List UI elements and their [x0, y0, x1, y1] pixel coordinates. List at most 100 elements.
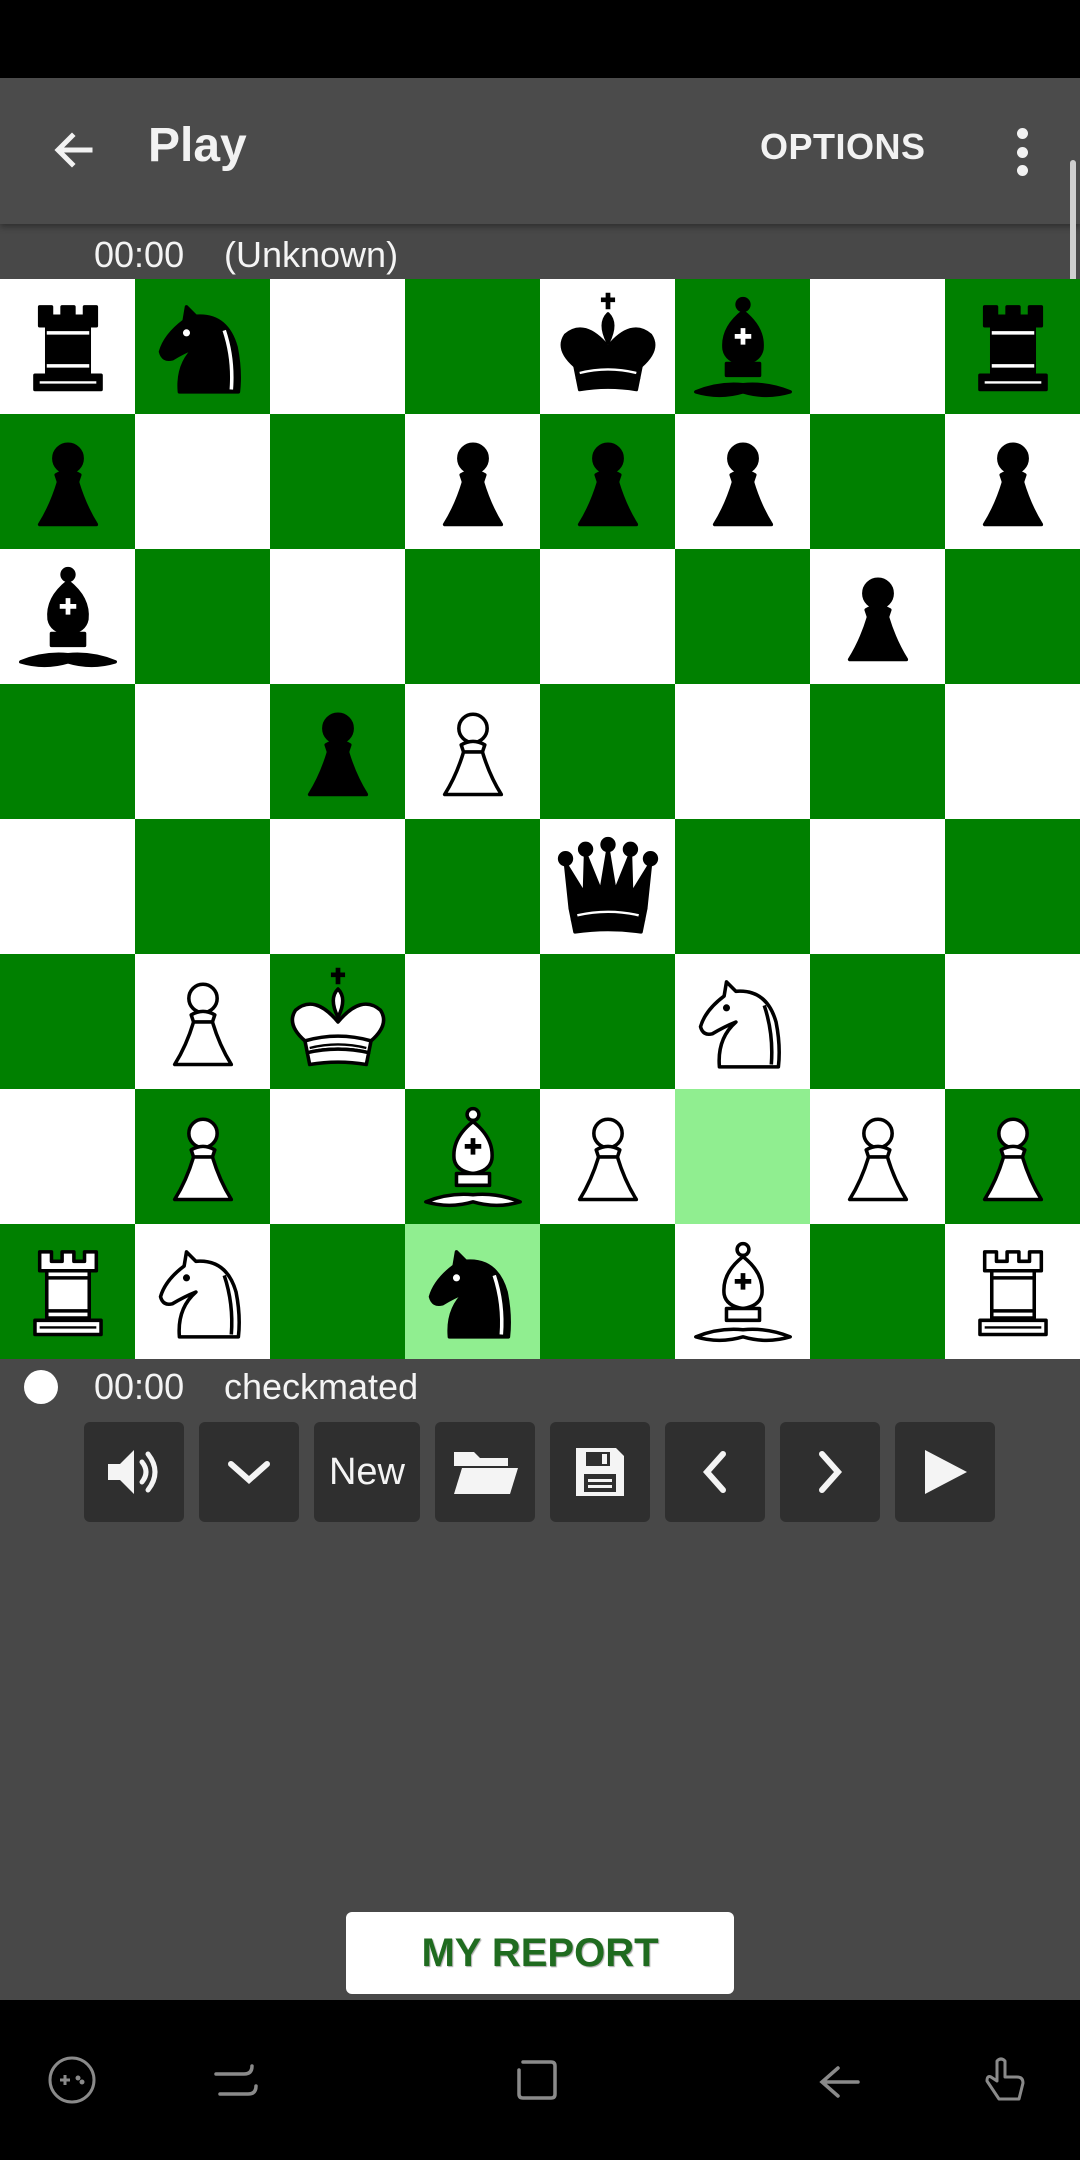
square-d1[interactable] [405, 1224, 540, 1359]
square-g4[interactable] [810, 819, 945, 954]
previous-move-button[interactable] [665, 1422, 765, 1522]
save-game-button[interactable] [550, 1422, 650, 1522]
white-pawn-icon[interactable] [414, 693, 532, 811]
black-pawn-icon[interactable] [954, 423, 1072, 541]
square-f3[interactable] [675, 954, 810, 1089]
square-f1[interactable] [675, 1224, 810, 1359]
square-b1[interactable] [135, 1224, 270, 1359]
square-c7[interactable] [270, 414, 405, 549]
white-knight-icon[interactable] [684, 963, 802, 1081]
back-button[interactable] [38, 114, 110, 186]
square-d5[interactable] [405, 684, 540, 819]
white-pawn-icon[interactable] [144, 1098, 262, 1216]
play-button[interactable] [895, 1422, 995, 1522]
white-pawn-icon[interactable] [549, 1098, 667, 1216]
square-c4[interactable] [270, 819, 405, 954]
black-bishop-icon[interactable] [9, 558, 127, 676]
black-knight-icon[interactable] [414, 1233, 532, 1351]
white-bishop-icon[interactable] [684, 1233, 802, 1351]
white-knight-icon[interactable] [144, 1233, 262, 1351]
square-f4[interactable] [675, 819, 810, 954]
square-c2[interactable] [270, 1089, 405, 1224]
square-c8[interactable] [270, 279, 405, 414]
square-a3[interactable] [0, 954, 135, 1089]
square-f6[interactable] [675, 549, 810, 684]
square-b4[interactable] [135, 819, 270, 954]
square-c6[interactable] [270, 549, 405, 684]
square-c5[interactable] [270, 684, 405, 819]
square-a7[interactable] [0, 414, 135, 549]
square-e6[interactable] [540, 549, 675, 684]
square-b7[interactable] [135, 414, 270, 549]
square-h7[interactable] [945, 414, 1080, 549]
square-h2[interactable] [945, 1089, 1080, 1224]
square-d4[interactable] [405, 819, 540, 954]
square-h3[interactable] [945, 954, 1080, 1089]
square-d2[interactable] [405, 1089, 540, 1224]
home-button[interactable] [505, 2048, 569, 2112]
black-pawn-icon[interactable] [414, 423, 532, 541]
square-b3[interactable] [135, 954, 270, 1089]
more-vertical-icon[interactable] [1000, 122, 1044, 182]
next-move-button[interactable] [780, 1422, 880, 1522]
square-e4[interactable] [540, 819, 675, 954]
menu-down-button[interactable] [199, 1422, 299, 1522]
black-pawn-icon[interactable] [684, 423, 802, 541]
square-a6[interactable] [0, 549, 135, 684]
black-queen-icon[interactable] [549, 828, 667, 946]
white-pawn-icon[interactable] [819, 1098, 937, 1216]
square-g5[interactable] [810, 684, 945, 819]
square-h1[interactable] [945, 1224, 1080, 1359]
square-a5[interactable] [0, 684, 135, 819]
black-rook-icon[interactable] [954, 288, 1072, 406]
black-pawn-icon[interactable] [279, 693, 397, 811]
square-e8[interactable] [540, 279, 675, 414]
square-a1[interactable] [0, 1224, 135, 1359]
square-g2[interactable] [810, 1089, 945, 1224]
black-pawn-icon[interactable] [549, 423, 667, 541]
square-b2[interactable] [135, 1089, 270, 1224]
chess-board[interactable] [0, 279, 1080, 1359]
square-e7[interactable] [540, 414, 675, 549]
square-d8[interactable] [405, 279, 540, 414]
square-h5[interactable] [945, 684, 1080, 819]
square-d3[interactable] [405, 954, 540, 1089]
square-e5[interactable] [540, 684, 675, 819]
black-knight-icon[interactable] [144, 288, 262, 406]
square-h4[interactable] [945, 819, 1080, 954]
square-f2[interactable] [675, 1089, 810, 1224]
square-f7[interactable] [675, 414, 810, 549]
square-g3[interactable] [810, 954, 945, 1089]
options-button[interactable]: OPTIONS [760, 126, 926, 168]
white-king-icon[interactable] [279, 963, 397, 1081]
white-rook-icon[interactable] [954, 1233, 1072, 1351]
black-pawn-icon[interactable] [819, 558, 937, 676]
square-g6[interactable] [810, 549, 945, 684]
black-king-icon[interactable] [549, 288, 667, 406]
square-b5[interactable] [135, 684, 270, 819]
recents-button[interactable] [204, 2048, 268, 2112]
square-h8[interactable] [945, 279, 1080, 414]
square-g7[interactable] [810, 414, 945, 549]
square-a4[interactable] [0, 819, 135, 954]
sound-button[interactable] [84, 1422, 184, 1522]
white-bishop-icon[interactable] [414, 1098, 532, 1216]
square-e3[interactable] [540, 954, 675, 1089]
black-bishop-icon[interactable] [684, 288, 802, 406]
square-b6[interactable] [135, 549, 270, 684]
white-rook-icon[interactable] [9, 1233, 127, 1351]
new-game-button[interactable]: New [314, 1422, 420, 1522]
touch-assist-button[interactable] [974, 2048, 1038, 2112]
white-pawn-icon[interactable] [954, 1098, 1072, 1216]
black-pawn-icon[interactable] [9, 423, 127, 541]
game-tools-icon[interactable] [40, 2048, 104, 2112]
square-e2[interactable] [540, 1089, 675, 1224]
square-b8[interactable] [135, 279, 270, 414]
square-c1[interactable] [270, 1224, 405, 1359]
square-a8[interactable] [0, 279, 135, 414]
square-f8[interactable] [675, 279, 810, 414]
square-d6[interactable] [405, 549, 540, 684]
square-d7[interactable] [405, 414, 540, 549]
square-c3[interactable] [270, 954, 405, 1089]
black-rook-icon[interactable] [9, 288, 127, 406]
